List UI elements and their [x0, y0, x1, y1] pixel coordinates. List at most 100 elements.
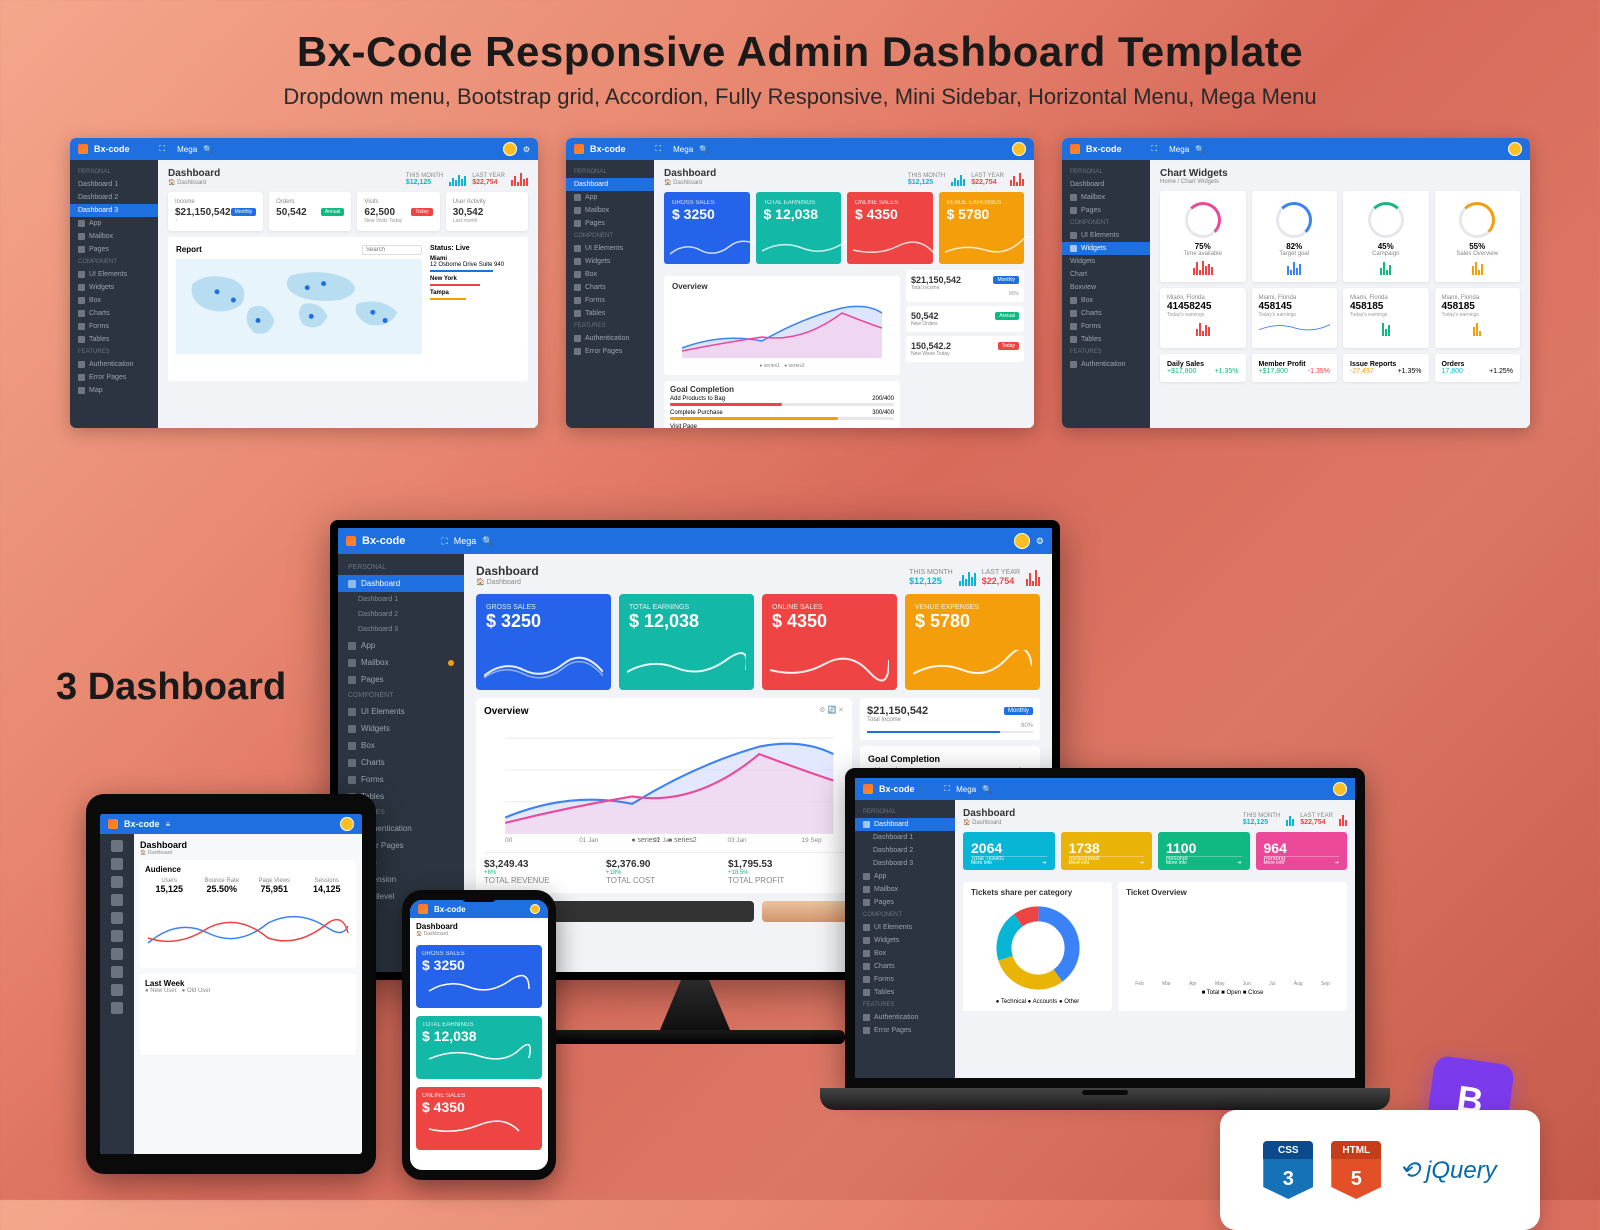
nav-ui[interactable]: UI Elements — [566, 242, 654, 255]
mini-nav-icon[interactable] — [111, 912, 123, 924]
search-icon[interactable]: 🔍 — [982, 785, 992, 794]
ticket-responded-card[interactable]: 1738RespondedMore info➔ — [1061, 832, 1153, 870]
mega-menu[interactable]: Mega — [177, 145, 197, 154]
search-icon[interactable]: 🔍 — [203, 145, 213, 154]
nav-box[interactable]: Box — [1062, 294, 1150, 307]
nav-app[interactable]: App — [70, 217, 158, 230]
nav-chart-sub[interactable]: Chart — [1062, 268, 1150, 281]
mega-menu[interactable]: Mega — [1169, 145, 1189, 154]
nav-dashboard[interactable]: Dashboard — [338, 575, 464, 592]
nav-dashboard3[interactable]: Dashboard 3 — [855, 857, 955, 870]
nav-dashboard1[interactable]: Dashboard 1 — [855, 831, 955, 844]
nav-pages[interactable]: Pages — [70, 243, 158, 256]
nav-dashboard3[interactable]: Dashboard 3 — [338, 622, 464, 637]
nav-dashboard[interactable]: Dashboard — [566, 178, 654, 191]
nav-charts[interactable]: Charts — [70, 307, 158, 320]
mini-nav-icon[interactable] — [111, 858, 123, 870]
settings-icon[interactable]: ⚙ — [1036, 536, 1044, 547]
expand-icon[interactable]: ⛶ — [1152, 144, 1158, 154]
nav-auth[interactable]: Authentication — [566, 332, 654, 345]
nav-charts[interactable]: Charts — [1062, 307, 1150, 320]
mini-nav-icon[interactable] — [111, 948, 123, 960]
expand-icon[interactable]: ⛶ — [945, 784, 951, 794]
nav-forms[interactable]: Forms — [566, 294, 654, 307]
nav-pages[interactable]: Pages — [338, 671, 464, 688]
nav-pages[interactable]: Pages — [566, 217, 654, 230]
nav-box[interactable]: Box — [855, 947, 955, 960]
nav-app[interactable]: App — [566, 191, 654, 204]
search-icon[interactable]: 🔍 — [482, 536, 493, 547]
settings-icon[interactable]: ⚙ — [523, 145, 530, 154]
nav-tables[interactable]: Tables — [1062, 333, 1150, 346]
nav-pages[interactable]: Pages — [855, 896, 955, 909]
nav-forms[interactable]: Forms — [1062, 320, 1150, 333]
nav-tables[interactable]: Tables — [566, 307, 654, 320]
nav-error[interactable]: Error Pages — [855, 1024, 955, 1037]
expand-icon[interactable]: ⛶ — [160, 144, 166, 154]
search-icon[interactable]: 🔍 — [1195, 145, 1205, 154]
nav-forms[interactable]: Forms — [70, 320, 158, 333]
mini-nav-icon[interactable] — [111, 1002, 123, 1014]
nav-dashboard1[interactable]: Dashboard 1 — [338, 592, 464, 607]
ticket-resolve-card[interactable]: 1100ResolveMore info➔ — [1158, 832, 1250, 870]
ticket-total-card[interactable]: 2064Total TicketsMore info➔ — [963, 832, 1055, 870]
nav-mailbox[interactable]: Mailbox — [566, 204, 654, 217]
mega-menu[interactable]: Mega — [956, 785, 976, 794]
nav-auth[interactable]: Authentication — [855, 1011, 955, 1024]
ticket-pending-card[interactable]: 964PendingMore info➔ — [1256, 832, 1348, 870]
nav-pages[interactable]: Pages — [1062, 204, 1150, 217]
mini-nav-icon[interactable] — [111, 840, 123, 852]
nav-box[interactable]: Box — [566, 268, 654, 281]
nav-tables[interactable]: Tables — [855, 986, 955, 999]
nav-dashboard2[interactable]: Dashboard 2 — [338, 607, 464, 622]
mini-nav-icon[interactable] — [111, 966, 123, 978]
mini-nav-icon[interactable] — [111, 984, 123, 996]
nav-box[interactable]: Box — [70, 294, 158, 307]
nav-mailbox[interactable]: Mailbox — [70, 230, 158, 243]
menu-icon[interactable]: ≡ — [166, 820, 171, 829]
avatar[interactable] — [1333, 782, 1347, 796]
avatar[interactable] — [530, 904, 540, 914]
mini-nav-icon[interactable] — [111, 894, 123, 906]
expand-icon[interactable]: ⛶ — [656, 144, 662, 154]
search-icon[interactable]: 🔍 — [699, 145, 709, 154]
avatar[interactable] — [1012, 142, 1026, 156]
nav-ui[interactable]: UI Elements — [338, 703, 464, 720]
world-map[interactable] — [176, 259, 422, 354]
nav-widgets[interactable]: Widgets — [70, 281, 158, 294]
nav-app[interactable]: App — [338, 637, 464, 654]
nav-widgets[interactable]: Widgets — [855, 934, 955, 947]
nav-ui[interactable]: UI Elements — [1062, 229, 1150, 242]
nav-error[interactable]: Error Pages — [566, 345, 654, 358]
nav-widgets[interactable]: Widgets — [1062, 242, 1150, 255]
search-input[interactable] — [362, 245, 422, 255]
nav-auth[interactable]: Authentication — [70, 358, 158, 371]
nav-forms[interactable]: Forms — [855, 973, 955, 986]
nav-map[interactable]: Map — [70, 384, 158, 397]
nav-mailbox[interactable]: Mailbox — [1062, 191, 1150, 204]
nav-ui[interactable]: UI Elements — [855, 921, 955, 934]
mega-menu[interactable]: Mega — [454, 536, 477, 546]
nav-dashboard[interactable]: Dashboard — [1062, 178, 1150, 191]
avatar[interactable] — [1014, 533, 1030, 549]
nav-dashboard[interactable]: Dashboard — [855, 818, 955, 831]
avatar[interactable] — [340, 817, 354, 831]
nav-widgets-sub[interactable]: Widgets — [1062, 255, 1150, 268]
expand-icon[interactable]: ⛶ — [441, 536, 447, 547]
mini-nav-icon[interactable] — [111, 930, 123, 942]
nav-dashboard2[interactable]: Dashboard 2 — [70, 191, 158, 204]
nav-box[interactable]: Box — [338, 737, 464, 754]
avatar[interactable] — [503, 142, 517, 156]
nav-charts[interactable]: Charts — [566, 281, 654, 294]
nav-dashboard1[interactable]: Dashboard 1 — [70, 178, 158, 191]
avatar[interactable] — [1508, 142, 1522, 156]
nav-auth[interactable]: Authentication — [1062, 358, 1150, 371]
nav-dashboard3[interactable]: Dashboard 3 — [70, 204, 158, 217]
mega-menu[interactable]: Mega — [673, 145, 693, 154]
nav-widgets[interactable]: Widgets — [566, 255, 654, 268]
nav-app[interactable]: App — [855, 870, 955, 883]
nav-ui[interactable]: UI Elements — [70, 268, 158, 281]
nav-error[interactable]: Error Pages — [70, 371, 158, 384]
nav-dashboard2[interactable]: Dashboard 2 — [855, 844, 955, 857]
nav-box-sub[interactable]: Boxview — [1062, 281, 1150, 294]
